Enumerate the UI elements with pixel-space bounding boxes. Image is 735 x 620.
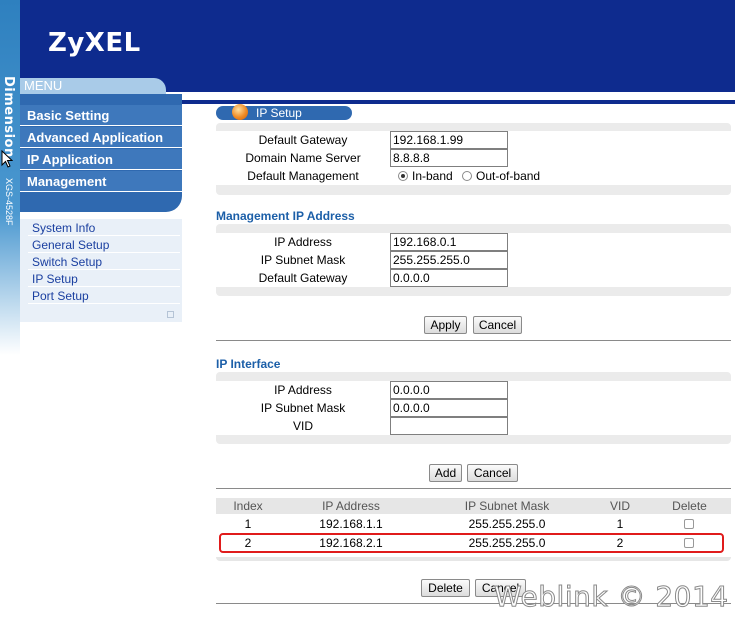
table-row: 1 192.168.1.1 255.255.255.0 1 xyxy=(216,516,731,532)
submenu-general-setup[interactable]: General Setup xyxy=(28,237,180,253)
iface-ip-label: IP Address xyxy=(274,383,332,397)
iface-cancel-button[interactable]: Cancel xyxy=(467,464,518,482)
mgmt-mask-label: IP Subnet Mask xyxy=(260,253,346,267)
default-management-row: Default Management In-band Out-of-band xyxy=(216,167,731,185)
management-ip-title: Management IP Address xyxy=(216,209,355,223)
vertical-brand-strip: Dimension XGS-4528F xyxy=(0,0,20,355)
iface-vid-label: VID xyxy=(292,419,313,433)
default-gateway-input[interactable]: 192.168.1.99 xyxy=(390,131,508,149)
header-divider-blue xyxy=(182,100,735,104)
section-divider-2 xyxy=(216,488,731,489)
submenu-ip-setup[interactable]: IP Setup xyxy=(28,271,180,287)
dns-input[interactable]: 8.8.8.8 xyxy=(390,149,508,167)
row-highlight-box xyxy=(219,533,724,553)
table-header: Index IP Address IP Subnet Mask VID Dele… xyxy=(216,498,731,514)
iface-ip-row: IP Address 0.0.0.0 xyxy=(216,381,731,399)
outofband-radio[interactable] xyxy=(462,171,473,181)
ip-interface-title: IP Interface xyxy=(216,357,281,371)
table-footer-band xyxy=(216,557,731,561)
mgmt-gateway-label: Default Gateway xyxy=(258,271,348,285)
iface-mask-input[interactable]: 0.0.0.0 xyxy=(390,399,508,417)
vertical-model-text: XGS-4528F xyxy=(4,178,14,226)
mgmt-mask-input[interactable]: 255.255.255.0 xyxy=(390,251,508,269)
mgmt-mask-row: IP Subnet Mask 255.255.255.0 xyxy=(216,251,731,269)
mgmt-gateway-row: Default Gateway 0.0.0.0 xyxy=(216,269,731,287)
dns-label: Domain Name Server xyxy=(245,151,361,165)
menu-item-management[interactable]: Management xyxy=(20,171,182,192)
vertical-brand-text: Dimension xyxy=(1,76,16,158)
col-ip-address: IP Address xyxy=(322,499,380,513)
row-vid: 1 xyxy=(616,517,624,531)
inband-radio[interactable] xyxy=(398,171,408,181)
submenu-port-setup[interactable]: Port Setup xyxy=(28,288,180,304)
mouse-cursor-icon xyxy=(1,150,13,168)
iface-vid-row: VID xyxy=(216,417,731,435)
menu-header: MENU xyxy=(20,78,166,94)
default-gateway-label: Default Gateway xyxy=(258,133,348,147)
mgmt-ip-label: IP Address xyxy=(274,235,332,249)
section-divider xyxy=(216,340,731,341)
resize-handle-icon[interactable] xyxy=(167,311,174,318)
dns-row: Domain Name Server 8.8.8.8 xyxy=(216,149,731,167)
apply-button[interactable]: Apply xyxy=(424,316,467,334)
iface-ip-input[interactable]: 0.0.0.0 xyxy=(390,381,508,399)
col-index: Index xyxy=(233,499,263,513)
default-management-options: In-band Out-of-band xyxy=(398,167,540,185)
outofband-label: Out-of-band xyxy=(476,169,541,183)
iface-mask-row: IP Subnet Mask 0.0.0.0 xyxy=(216,399,731,417)
menu-item-advanced-application[interactable]: Advanced Application xyxy=(20,127,182,148)
inband-label: In-band xyxy=(412,169,453,183)
menu-item-ip-application[interactable]: IP Application xyxy=(20,149,182,170)
submenu-switch-setup[interactable]: Switch Setup xyxy=(28,254,180,270)
row-delete-checkbox[interactable] xyxy=(684,519,694,529)
watermark-text: Weblink © 2014 xyxy=(494,580,729,614)
submenu-system-info[interactable]: System Info xyxy=(28,220,180,236)
col-delete: Delete xyxy=(672,499,707,513)
delete-button[interactable]: Delete xyxy=(421,579,470,597)
header-divider xyxy=(182,92,735,100)
mgmt-gateway-input[interactable]: 0.0.0.0 xyxy=(390,269,508,287)
col-subnet-mask: IP Subnet Mask xyxy=(464,499,550,513)
row-mask: 255.255.255.0 xyxy=(468,517,546,531)
default-gateway-row: Default Gateway 192.168.1.99 xyxy=(216,131,731,149)
iface-mask-label: IP Subnet Mask xyxy=(260,401,346,415)
mgmt-cancel-button[interactable]: Cancel xyxy=(473,316,522,334)
col-vid: VID xyxy=(609,499,630,513)
menu-item-basic-setting[interactable]: Basic Setting xyxy=(20,105,182,126)
orange-ball-icon xyxy=(232,104,248,120)
default-management-label: Default Management xyxy=(247,169,359,183)
row-ip: 192.168.1.1 xyxy=(319,517,383,531)
mgmt-ip-input[interactable]: 192.168.0.1 xyxy=(390,233,508,251)
mgmt-ip-row: IP Address 192.168.0.1 xyxy=(216,233,731,251)
iface-vid-input[interactable] xyxy=(390,417,508,435)
add-button[interactable]: Add xyxy=(429,464,462,482)
zyxel-logo: ZyXEL xyxy=(48,28,141,58)
row-index: 1 xyxy=(244,517,252,531)
